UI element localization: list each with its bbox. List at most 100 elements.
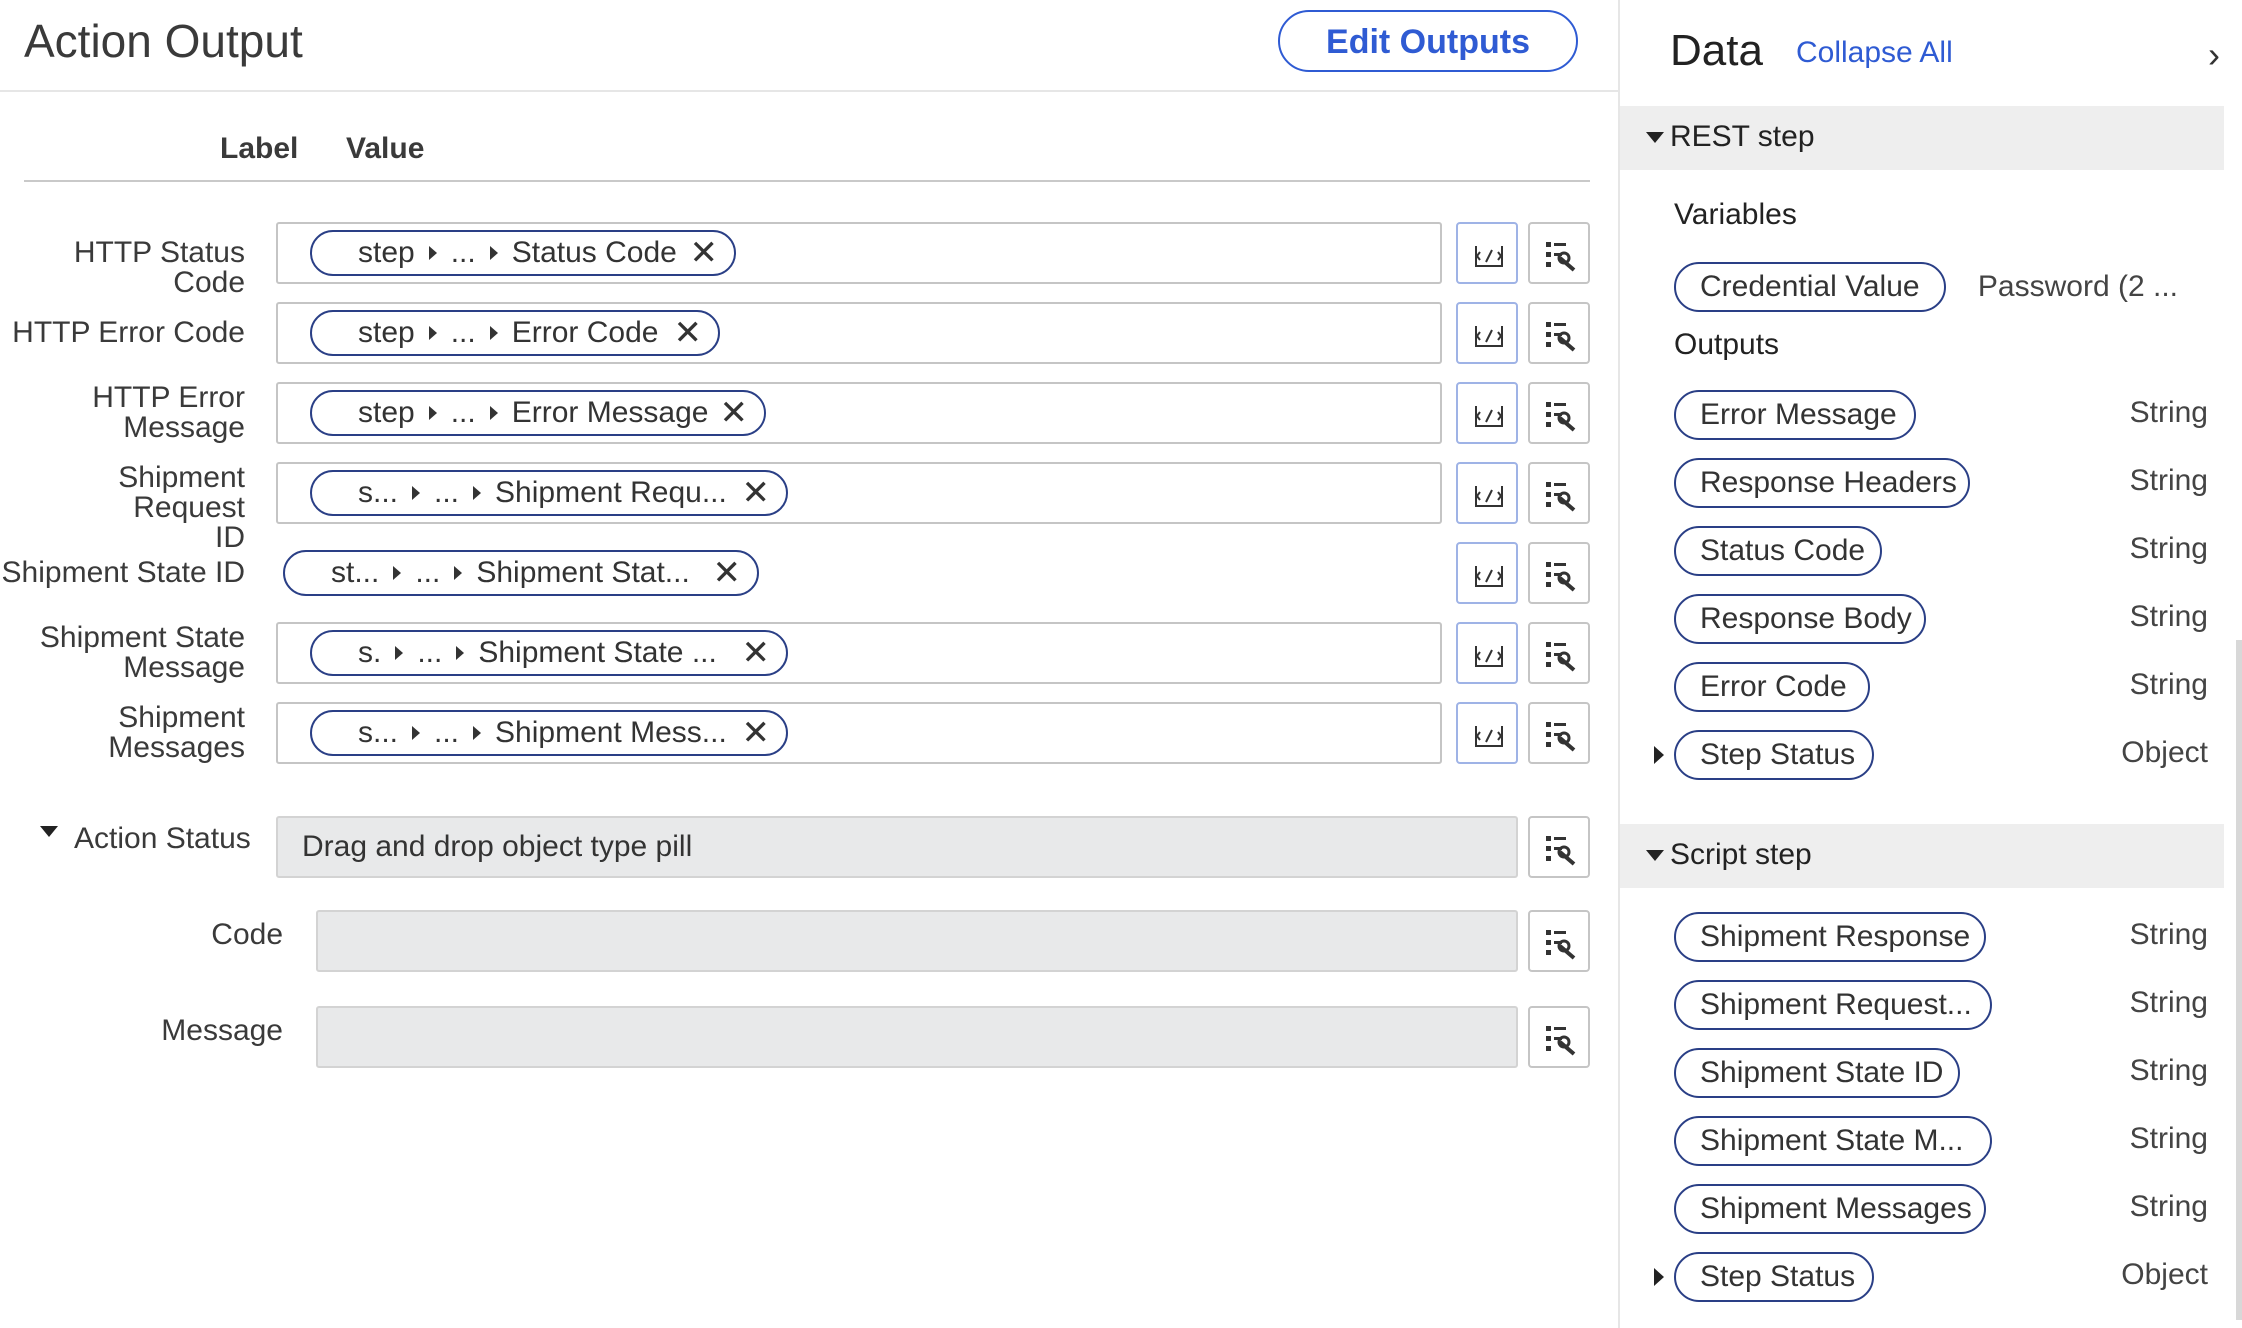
code-field[interactable] [316, 910, 1518, 972]
action-status-dropzone[interactable]: Drag and drop object type pill [276, 816, 1518, 878]
message-field[interactable] [316, 1006, 1518, 1068]
data-pill-type: String [2129, 532, 2208, 565]
data-pill-type: String [2129, 464, 2208, 497]
data-picker-icon [1546, 722, 1576, 752]
pill-segment: ... [415, 556, 441, 589]
pill-segment: ... [417, 636, 443, 669]
pill-segment: Shipment State ... [478, 636, 717, 669]
caret-right-icon[interactable] [1654, 1268, 1664, 1286]
data-picker-button[interactable] [1528, 222, 1590, 284]
data-pill-item[interactable]: Shipment Response [1674, 912, 1986, 962]
data-pill[interactable]: step... Status Code ✕ [310, 230, 736, 276]
remove-pill-icon[interactable]: ✕ [690, 232, 719, 274]
data-pill-item[interactable]: Status Code [1674, 526, 1882, 576]
script-toggle-button[interactable] [1456, 462, 1518, 524]
data-picker-button[interactable] [1528, 542, 1590, 604]
rest-step-title: REST step [1670, 120, 1815, 153]
collapse-all-link[interactable]: Collapse All [1796, 36, 1953, 70]
data-pill-type: Object [2121, 1258, 2208, 1291]
data-pill-type: String [2129, 600, 2208, 633]
data-panel-title: Data [1670, 26, 1763, 75]
script-icon [1475, 406, 1503, 427]
data-picker-button[interactable] [1528, 462, 1590, 524]
data-pill-item[interactable]: Step Status [1674, 730, 1874, 780]
script-toggle-button[interactable] [1456, 702, 1518, 764]
caret-right-icon[interactable] [1654, 746, 1664, 764]
pill-segment: ... [434, 476, 460, 509]
chevron-right-icon[interactable]: › [2208, 34, 2220, 76]
script-toggle-button[interactable] [1456, 302, 1518, 364]
remove-pill-icon[interactable]: ✕ [674, 312, 703, 354]
caret-right-icon [473, 726, 482, 741]
row-label: HTTP Error Message [0, 383, 245, 443]
caret-right-icon [412, 726, 421, 741]
data-pill-type: String [2129, 396, 2208, 429]
data-pill[interactable]: s...... Shipment Mess... ✕ [310, 710, 788, 756]
pill-segment: st... [331, 556, 380, 589]
pill-segment: Shipment Stat... [476, 556, 690, 589]
caret-right-icon [454, 566, 463, 581]
rest-step-section-header[interactable]: REST step [1620, 106, 2224, 170]
code-data-picker-button[interactable] [1528, 910, 1590, 972]
data-pill[interactable]: step... Error Message ✕ [310, 390, 766, 436]
script-step-section-header[interactable]: Script step [1620, 824, 2224, 888]
label-column-header: Label [220, 132, 299, 165]
data-pill-item[interactable]: Error Message [1674, 390, 1916, 440]
data-pill[interactable]: step... Error Code ✕ [310, 310, 720, 356]
data-pill-credential-value[interactable]: Credential Value [1674, 262, 1946, 312]
remove-pill-icon[interactable]: ✕ [742, 472, 771, 514]
action-status-data-picker-button[interactable] [1528, 816, 1590, 878]
data-pill-item[interactable]: Response Body [1674, 594, 1926, 644]
data-pill-item[interactable]: Response Headers [1674, 458, 1970, 508]
caret-right-icon [395, 646, 404, 661]
data-picker-icon [1546, 836, 1576, 866]
value-column-header: Value [346, 132, 425, 165]
remove-pill-icon[interactable]: ✕ [713, 552, 742, 594]
caret-right-icon [428, 326, 437, 341]
script-toggle-button[interactable] [1456, 222, 1518, 284]
edit-outputs-button[interactable]: Edit Outputs [1278, 10, 1578, 72]
data-pill-item[interactable]: Shipment Messages [1674, 1184, 1986, 1234]
script-icon [1475, 486, 1503, 507]
row-label-line: HTTP Status Code [73, 236, 245, 299]
data-pill-item[interactable]: Shipment State ID [1674, 1048, 1960, 1098]
data-pill-type: String [2129, 1190, 2208, 1223]
data-picker-button[interactable] [1528, 622, 1590, 684]
row-label-line: Message [123, 411, 245, 444]
pill-segment: s... [358, 476, 399, 509]
script-toggle-button[interactable] [1456, 542, 1518, 604]
data-pill-item[interactable]: Shipment State M... [1674, 1116, 1992, 1166]
scrollbar[interactable] [2236, 640, 2242, 1320]
remove-pill-icon[interactable]: ✕ [720, 392, 749, 434]
pill-segment: Shipment Requ... [495, 476, 727, 509]
caret-right-icon [393, 566, 402, 581]
action-status-label: Action Status [74, 822, 251, 855]
message-label: Message [161, 1014, 283, 1047]
data-pill-item[interactable]: Error Code [1674, 662, 1870, 712]
data-picker-icon [1546, 642, 1576, 672]
pill-segment: Status Code [511, 236, 677, 269]
data-panel: Data Collapse All › REST step Variables … [1618, 0, 2242, 1328]
data-pill[interactable]: st...... Shipment Stat... ✕ [283, 550, 759, 596]
message-data-picker-button[interactable] [1528, 1006, 1590, 1068]
data-pill-item[interactable]: Shipment Request... [1674, 980, 1992, 1030]
data-pill[interactable]: s...... Shipment Requ... ✕ [310, 470, 788, 516]
caret-right-icon [456, 646, 465, 661]
code-label: Code [211, 918, 283, 951]
data-picker-button[interactable] [1528, 382, 1590, 444]
data-pill[interactable]: s.... Shipment State ... ✕ [310, 630, 788, 676]
data-picker-button[interactable] [1528, 702, 1590, 764]
caret-right-icon [489, 326, 498, 341]
script-toggle-button[interactable] [1456, 622, 1518, 684]
remove-pill-icon[interactable]: ✕ [742, 712, 771, 754]
pill-segment: Error Message [511, 396, 709, 429]
caret-right-icon [489, 246, 498, 261]
caret-right-icon [489, 406, 498, 421]
script-toggle-button[interactable] [1456, 382, 1518, 444]
script-icon [1475, 646, 1503, 667]
data-pill-item[interactable]: Step Status [1674, 1252, 1874, 1302]
data-picker-button[interactable] [1528, 302, 1590, 364]
caret-down-icon [1646, 850, 1664, 861]
remove-pill-icon[interactable]: ✕ [742, 632, 771, 674]
action-status-toggle[interactable] [40, 826, 58, 837]
